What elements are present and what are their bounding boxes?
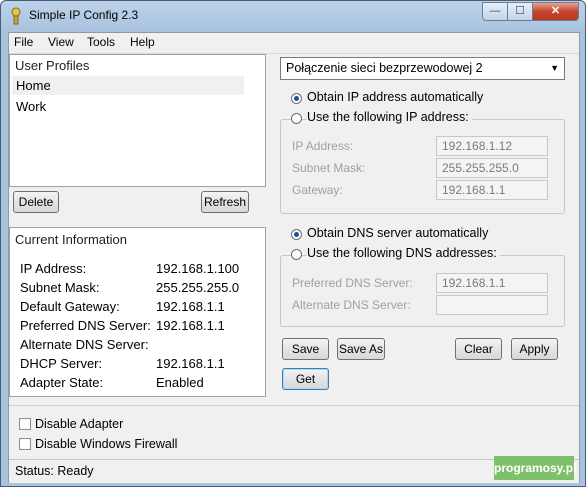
disable-firewall-checkbox[interactable] [19,438,31,450]
delete-profile-button[interactable]: Delete [13,191,59,213]
current-info-panel: Current Information IP Address: 192.168.… [9,227,266,397]
info-value-ip: 192.168.1.100 [156,261,240,276]
apply-button[interactable]: Apply [511,338,558,360]
info-value-gateway: 192.168.1.1 [156,299,225,314]
alternate-dns-input[interactable] [436,295,548,315]
gateway-input[interactable]: 192.168.1.1 [436,180,548,200]
menu-file[interactable]: File [14,35,33,49]
dns-manual-radio[interactable] [291,249,302,260]
subnet-mask-label: Subnet Mask: [292,161,366,175]
preferred-dns-input[interactable]: 192.168.1.1 [436,273,548,293]
close-button[interactable]: ✕ [532,2,579,21]
clear-button[interactable]: Clear [455,338,502,360]
disable-adapter-checkbox[interactable] [19,418,31,430]
get-button[interactable]: Get [282,368,329,390]
info-label-dhcp: DHCP Server: [20,356,103,371]
menu-bar: File View Tools Help [9,33,579,54]
dns-manual-label: Use the following DNS addresses: [307,246,500,260]
ip-manual-label: Use the following IP address: [307,110,472,124]
menu-help[interactable]: Help [130,35,155,49]
menu-tools[interactable]: Tools [87,35,115,49]
ip-manual-radio[interactable] [291,113,302,124]
info-label-subnet: Subnet Mask: [20,280,100,295]
disable-firewall-label: Disable Windows Firewall [35,437,178,451]
ip-address-label: IP Address: [292,139,354,153]
profiles-panel: User Profiles Home Work [9,54,266,187]
save-button[interactable]: Save [282,338,329,360]
ip-address-input[interactable]: 192.168.1.12 [436,136,548,156]
ip-auto-radio[interactable] [291,93,302,104]
info-value-pref-dns: 192.168.1.1 [156,318,225,333]
profile-item-work[interactable]: Work [12,97,244,116]
info-label-ip: IP Address: [20,261,87,276]
dns-auto-radio[interactable] [291,229,302,240]
info-value-dhcp: 192.168.1.1 [156,356,225,371]
minimize-button[interactable]: — [482,2,508,21]
chevron-down-icon: ▼ [550,63,559,73]
info-value-subnet: 255.255.255.0 [156,280,240,295]
app-window: Simple IP Config 2.3 — ☐ ✕ File View Too… [0,0,586,487]
app-icon [11,7,21,25]
status-text: Status: Ready [15,464,94,478]
save-as-button[interactable]: Save As [337,338,385,360]
info-label-pref-dns: Preferred DNS Server: [20,318,151,333]
divider [9,405,579,406]
info-value-adapter-state: Enabled [156,375,204,390]
subnet-mask-input[interactable]: 255.255.255.0 [436,158,548,178]
disable-adapter-label: Disable Adapter [35,417,124,431]
preferred-dns-label: Preferred DNS Server: [292,276,413,290]
profile-item-home[interactable]: Home [12,76,244,95]
ip-auto-label: Obtain IP address automatically [307,90,484,104]
refresh-button[interactable]: Refresh [201,191,249,213]
maximize-button[interactable]: ☐ [507,2,533,21]
current-info-heading: Current Information [15,232,127,247]
window-title: Simple IP Config 2.3 [29,8,139,22]
info-label-alt-dns: Alternate DNS Server: [20,337,149,352]
profiles-heading: User Profiles [15,58,90,73]
title-bar[interactable]: Simple IP Config 2.3 — ☐ ✕ [1,1,585,31]
dns-auto-label: Obtain DNS server automatically [307,226,489,240]
info-label-adapter-state: Adapter State: [20,375,104,390]
watermark-logo: programosy.pl [494,456,576,480]
adapter-select-value: Połączenie sieci bezprzewodowej 2 [286,61,483,75]
menu-view[interactable]: View [48,35,74,49]
alternate-dns-label: Alternate DNS Server: [292,298,411,312]
gateway-label: Gateway: [292,183,343,197]
info-label-gateway: Default Gateway: [20,299,120,314]
client-area: File View Tools Help User Profiles Home … [8,32,580,483]
adapter-select[interactable]: Połączenie sieci bezprzewodowej 2 ▼ [280,57,565,80]
